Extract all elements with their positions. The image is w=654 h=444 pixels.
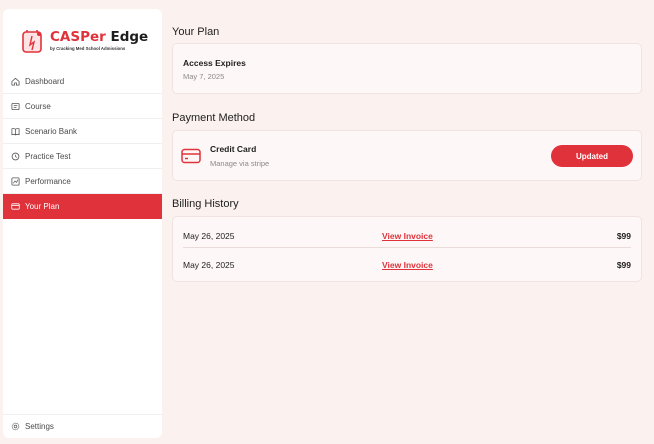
- view-invoice-link[interactable]: View Invoice: [382, 260, 532, 270]
- billing-card: May 26, 2025 View Invoice $99 May 26, 20…: [172, 216, 642, 282]
- updated-button[interactable]: Updated: [551, 145, 633, 167]
- sidebar-item-label: Practice Test: [25, 151, 71, 161]
- sidebar-item-scenario-bank[interactable]: Scenario Bank: [3, 119, 162, 144]
- settings-label: Settings: [25, 422, 54, 431]
- sidebar-item-label: Performance: [25, 176, 71, 186]
- clock-icon: [11, 152, 20, 161]
- sidebar-item-label: Your Plan: [25, 201, 60, 211]
- billing-amount: $99: [616, 260, 631, 270]
- payment-title: Credit Card: [210, 144, 257, 154]
- payment-card: Credit Card Manage via stripe Updated: [172, 130, 642, 181]
- sidebar-item-course[interactable]: Course: [3, 94, 162, 119]
- payment-method-heading: Payment Method: [172, 112, 256, 124]
- sidebar-item-performance[interactable]: Performance: [3, 169, 162, 194]
- chart-icon: [11, 176, 20, 186]
- logo-subtitle: by Cracking Med School Admissions: [50, 45, 126, 51]
- card-icon: [11, 202, 20, 211]
- sidebar-item-your-plan[interactable]: Your Plan: [3, 194, 162, 219]
- billing-row: May 26, 2025 View Invoice $99: [183, 224, 631, 248]
- sidebar-item-label: Scenario Bank: [25, 126, 78, 136]
- view-invoice-link[interactable]: View Invoice: [382, 231, 532, 241]
- sidebar-item-dashboard[interactable]: Dashboard: [3, 69, 162, 94]
- billing-date: May 26, 2025: [183, 260, 235, 270]
- plan-card: Access Expires May 7, 2025: [172, 43, 642, 94]
- logo-title-red: CASPer: [50, 29, 106, 46]
- gear-icon: [11, 422, 20, 431]
- billing-history-heading: Billing History: [172, 198, 239, 210]
- billing-date: May 26, 2025: [183, 230, 235, 241]
- sidebar-nav: Dashboard Course Scenario Bank Practice …: [3, 69, 162, 219]
- sidebar: CASPer Edge by Cracking Med School Admis…: [3, 9, 162, 438]
- book-icon: [11, 127, 20, 136]
- logo-icon: [20, 28, 46, 54]
- app-logo[interactable]: CASPer Edge by Cracking Med School Admis…: [20, 23, 148, 59]
- course-icon: [11, 102, 20, 111]
- billing-row: May 26, 2025 View Invoice $99: [183, 253, 631, 277]
- home-icon: [11, 77, 20, 86]
- billing-amount: $99: [616, 230, 631, 241]
- sidebar-item-label: Course: [25, 101, 51, 111]
- your-plan-heading: Your Plan: [172, 26, 220, 38]
- sidebar-item-label: Dashboard: [25, 76, 65, 86]
- plan-title: Access Expires: [183, 58, 246, 68]
- sidebar-item-settings[interactable]: Settings: [3, 414, 162, 438]
- plan-expiry-date: May 7, 2025: [183, 72, 225, 81]
- logo-title-dark: Edge: [110, 29, 149, 46]
- credit-card-icon: [181, 148, 201, 164]
- payment-subtitle: Manage via stripe: [210, 159, 270, 168]
- sidebar-item-practice-test[interactable]: Practice Test: [3, 144, 162, 169]
